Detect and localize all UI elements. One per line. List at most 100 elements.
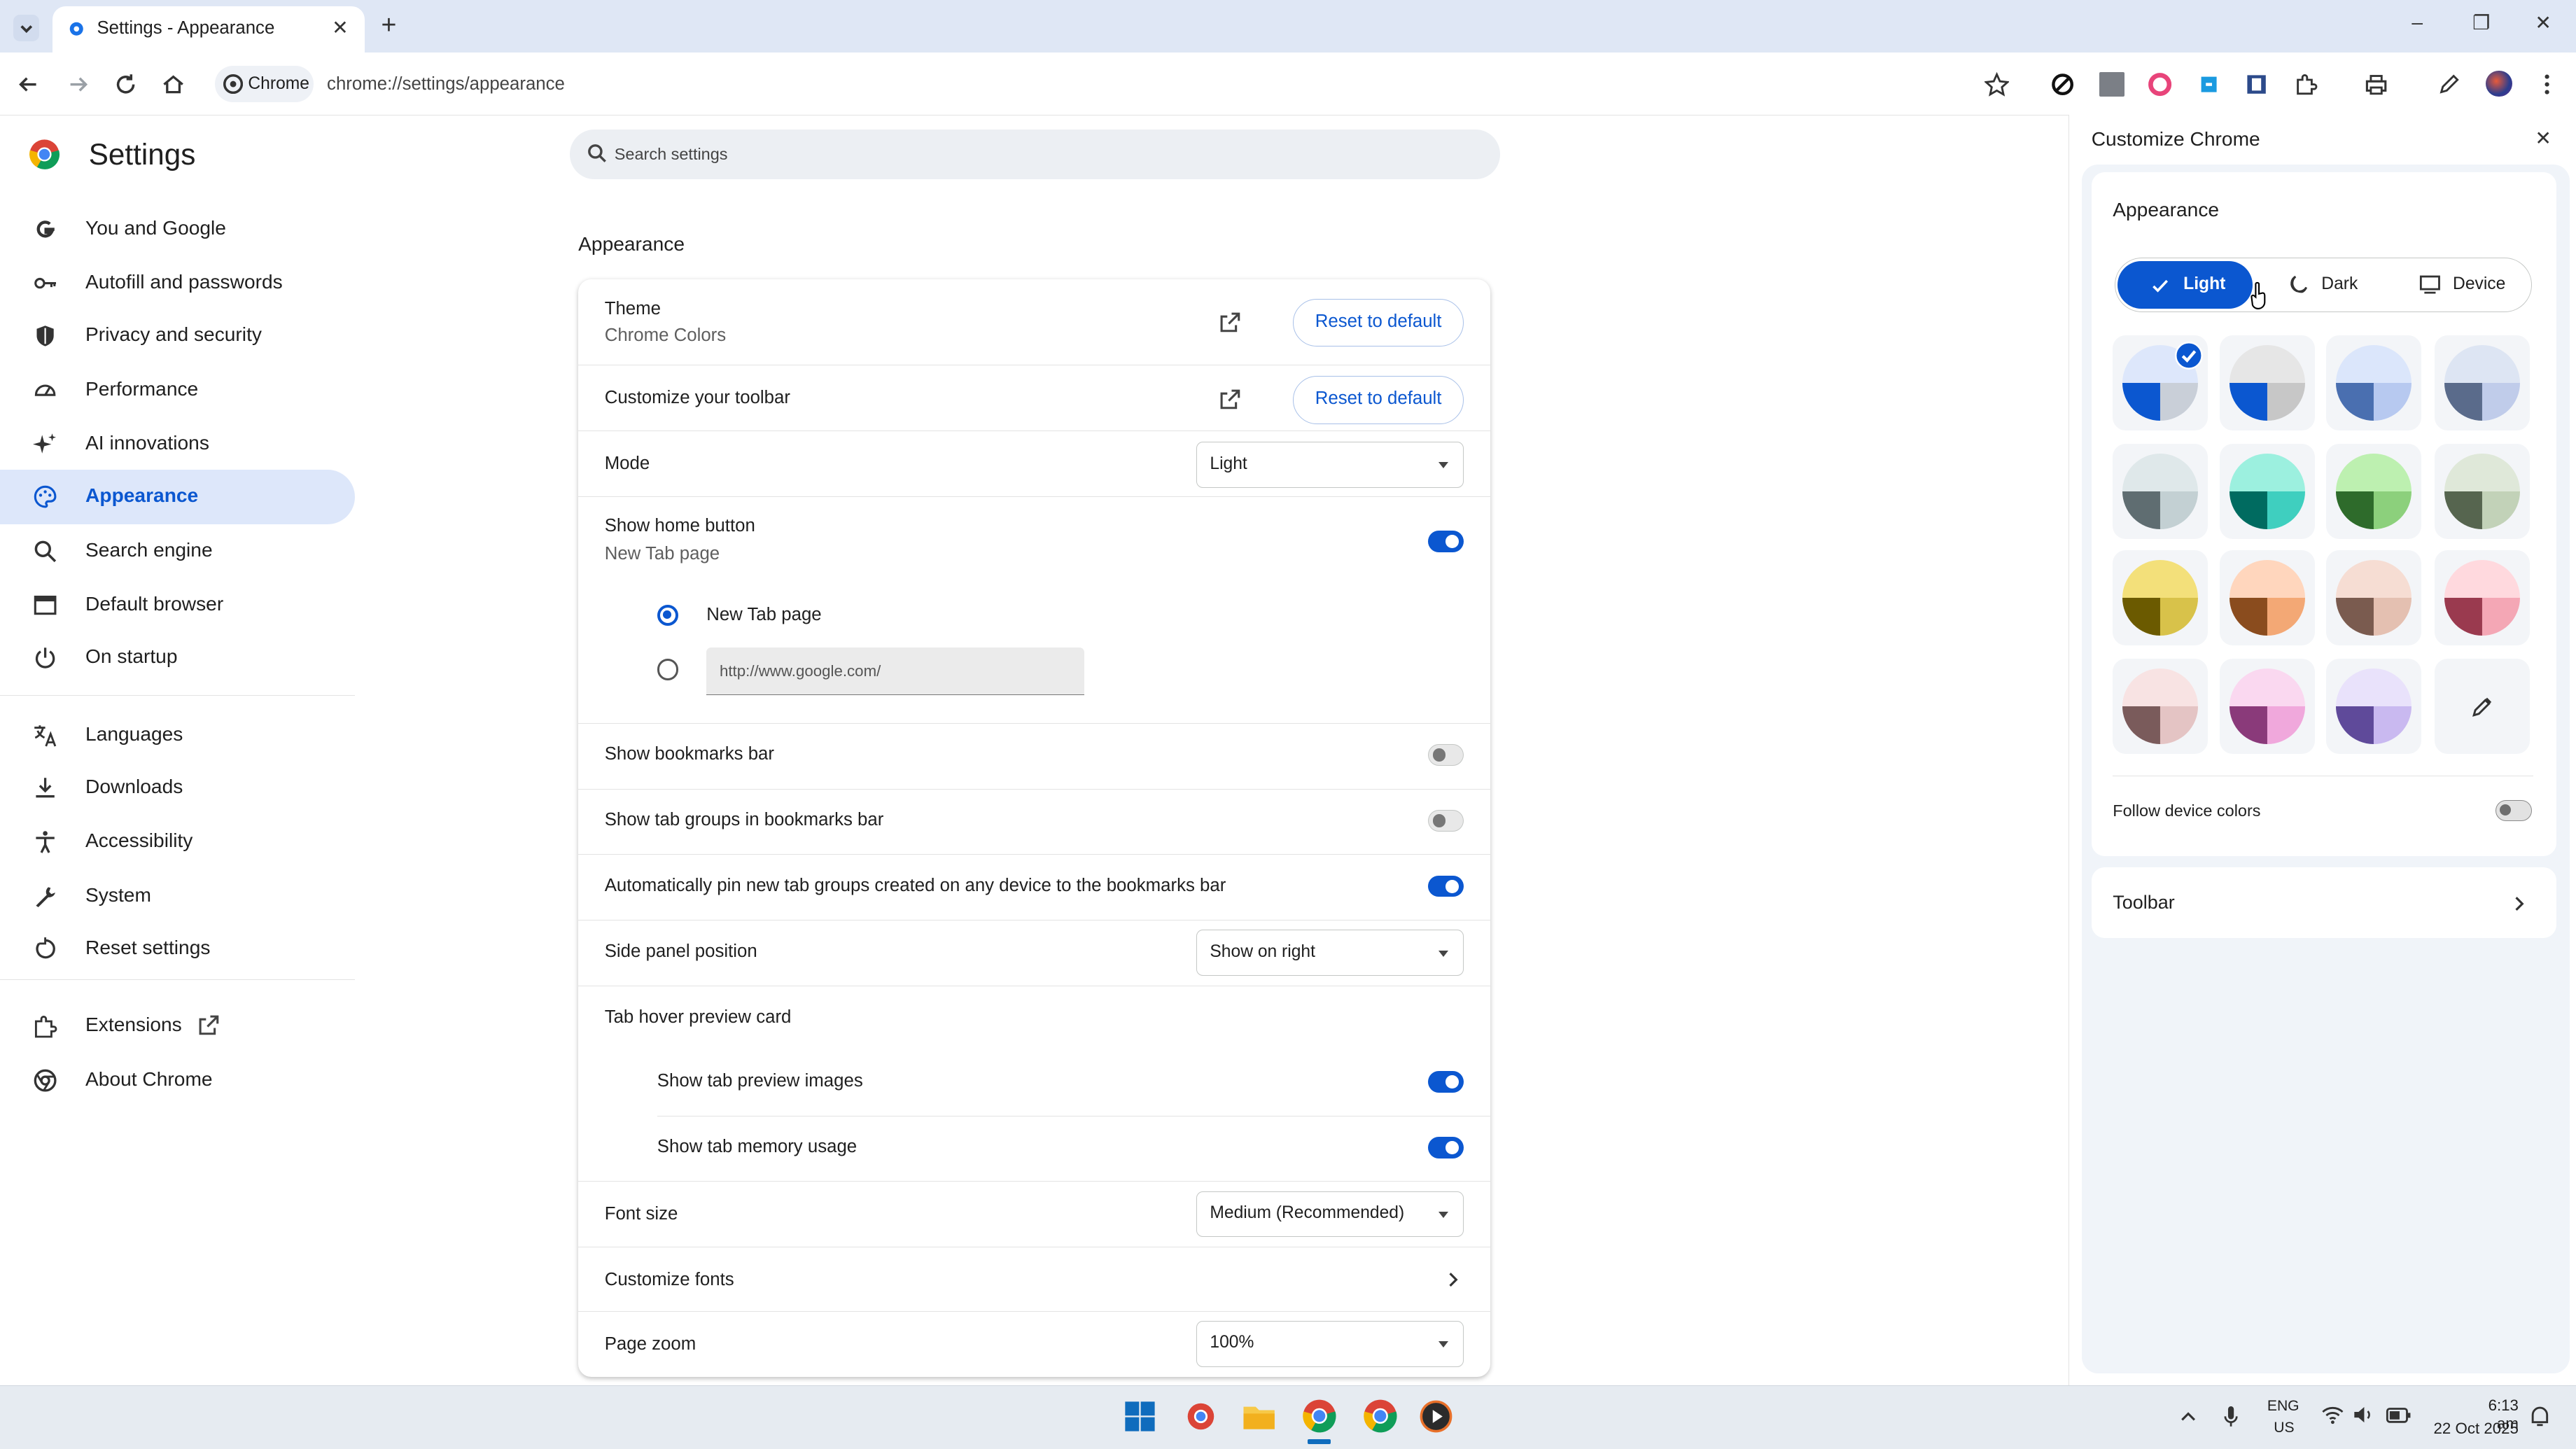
memory-usage-toggle[interactable] — [1427, 1137, 1464, 1158]
color-swatch[interactable] — [2326, 659, 2422, 755]
mode-light-button[interactable]: Light — [2118, 261, 2253, 309]
toolbar-reset-button[interactable]: Reset to default — [1293, 376, 1464, 424]
back-icon[interactable] — [16, 72, 41, 97]
bookmarks-bar-toggle[interactable] — [1427, 744, 1464, 766]
external-link-icon[interactable] — [1219, 311, 1242, 334]
wifi-icon[interactable] — [2321, 1405, 2344, 1424]
sidebar-item-performance[interactable]: Performance — [0, 363, 355, 417]
color-swatch[interactable] — [2435, 335, 2530, 430]
color-swatch[interactable] — [2326, 443, 2422, 539]
auto-pin-toggle[interactable] — [1427, 875, 1464, 897]
sidebar-item-privacy-and-security[interactable]: Privacy and security — [0, 309, 355, 363]
color-swatch[interactable] — [2219, 659, 2315, 755]
mode-dark-button[interactable]: Dark — [2267, 261, 2386, 309]
sidebar-item-ai-innovations[interactable]: AI innovations — [0, 417, 355, 471]
color-swatch[interactable] — [2113, 550, 2208, 646]
color-swatch[interactable] — [2219, 335, 2315, 430]
follow-device-toggle[interactable] — [2496, 799, 2532, 822]
microphone-icon[interactable] — [2221, 1405, 2241, 1428]
sidebar-item-languages[interactable]: Languages — [0, 708, 355, 762]
side-panel-select[interactable]: Show on right — [1196, 930, 1464, 976]
windows-start-icon[interactable] — [1124, 1400, 1156, 1433]
chrome-taskbar-icon[interactable] — [1301, 1398, 1338, 1434]
theme-value: Chrome Colors — [604, 325, 727, 345]
browser-tab[interactable]: Settings - Appearance ✕ — [52, 6, 365, 53]
profile-avatar[interactable] — [2486, 70, 2512, 97]
color-swatch[interactable] — [2113, 659, 2208, 755]
media-player-icon[interactable] — [1420, 1400, 1452, 1433]
preview-images-toggle[interactable] — [1427, 1071, 1464, 1093]
tab-groups-bar-toggle[interactable] — [1427, 810, 1464, 832]
extension-ring-icon[interactable] — [2148, 72, 2172, 97]
panel-toolbar-row[interactable]: Toolbar — [2091, 867, 2556, 939]
panel-close-icon[interactable]: ✕ — [2535, 127, 2552, 150]
taskbar-app-icon[interactable] — [1184, 1400, 1217, 1433]
chrome-profile-taskbar-icon[interactable] — [1362, 1398, 1399, 1434]
custom-color-eyedropper-icon[interactable] — [2435, 659, 2530, 755]
sidebar-item-you-and-google[interactable]: You and Google — [0, 202, 355, 256]
tab-close-icon[interactable]: ✕ — [332, 16, 349, 39]
chevron-right-icon[interactable] — [1443, 1270, 1462, 1289]
color-swatch[interactable] — [2219, 443, 2315, 539]
home-button-toggle[interactable] — [1427, 531, 1464, 552]
clock-date[interactable]: 22 Oct 2025 — [2430, 1420, 2519, 1438]
chrome-menu-icon[interactable] — [2535, 72, 2559, 97]
radio-url[interactable] — [657, 659, 679, 680]
home-icon[interactable] — [161, 72, 186, 97]
sidebar-item-label: Extensions — [85, 1014, 182, 1036]
tab-groups-bar-label: Show tab groups in bookmarks bar — [604, 810, 884, 830]
window-close-button[interactable]: ✕ — [2535, 11, 2552, 34]
new-tab-button[interactable]: + — [382, 10, 397, 40]
color-swatch[interactable] — [2435, 550, 2530, 646]
external-link-icon[interactable] — [1219, 388, 1242, 411]
auto-pin-label: Automatically pin new tab groups created… — [604, 875, 1226, 895]
customize-fonts-label[interactable]: Customize fonts — [605, 1270, 734, 1290]
battery-icon[interactable] — [2386, 1406, 2412, 1424]
search-settings-field[interactable]: Search settings — [570, 130, 1500, 179]
bookmark-star-icon[interactable] — [1984, 72, 2010, 97]
forward-icon[interactable] — [66, 72, 90, 97]
color-swatch[interactable] — [2326, 335, 2422, 430]
theme-reset-button[interactable]: Reset to default — [1293, 299, 1464, 347]
tab-search-chevron-icon[interactable] — [13, 15, 40, 41]
reload-icon[interactable] — [113, 72, 138, 97]
page-zoom-select[interactable]: 100% — [1196, 1320, 1464, 1367]
divider — [578, 430, 1490, 431]
minimize-button[interactable]: – — [2412, 11, 2423, 34]
file-explorer-icon[interactable] — [1242, 1401, 1276, 1431]
mode-device-button[interactable]: Device — [2399, 261, 2527, 309]
sidebar-item-extensions[interactable]: Extensions — [0, 999, 355, 1053]
mode-select[interactable]: Light — [1196, 442, 1464, 489]
extension-bolt-icon[interactable] — [2197, 72, 2221, 97]
site-chip[interactable]: Chrome — [215, 65, 314, 102]
sidebar-item-autofill-and-passwords[interactable]: Autofill and passwords — [0, 256, 355, 310]
restore-button[interactable]: ❐ — [2472, 11, 2490, 34]
extension-book-icon[interactable] — [2244, 72, 2269, 97]
sidebar-item-system[interactable]: System — [0, 869, 355, 923]
sidebar-item-appearance[interactable]: Appearance — [0, 470, 355, 524]
tray-chevron-up-icon[interactable] — [2178, 1406, 2198, 1426]
sidebar-item-on-startup[interactable]: On startup — [0, 631, 355, 685]
sidebar-item-accessibility[interactable]: Accessibility — [0, 815, 355, 869]
home-url-input[interactable]: http://www.google.com/ — [706, 647, 1084, 695]
color-swatch[interactable] — [2435, 443, 2530, 539]
color-swatch[interactable] — [2219, 550, 2315, 646]
sidebar-item-reset-settings[interactable]: Reset settings — [0, 922, 355, 976]
notifications-icon[interactable] — [2528, 1405, 2552, 1428]
edit-pen-icon[interactable] — [2437, 72, 2461, 97]
sidebar-item-about-chrome[interactable]: About Chrome — [0, 1053, 355, 1107]
color-swatch[interactable] — [2113, 335, 2208, 430]
language-top[interactable]: ENG — [2267, 1398, 2300, 1415]
volume-icon[interactable] — [2353, 1405, 2376, 1424]
color-swatch[interactable] — [2326, 550, 2422, 646]
language-bottom[interactable]: US — [2274, 1420, 2294, 1436]
block-extension-icon[interactable] — [2050, 72, 2075, 97]
color-swatch[interactable] — [2113, 443, 2208, 539]
print-icon[interactable] — [2364, 72, 2388, 97]
sidebar-item-default-browser[interactable]: Default browser — [0, 578, 355, 632]
sidebar-item-search-engine[interactable]: Search engine — [0, 524, 355, 578]
font-size-select[interactable]: Medium (Recommended) — [1196, 1191, 1464, 1238]
extension-square-icon[interactable] — [2099, 72, 2124, 97]
sidebar-item-downloads[interactable]: Downloads — [0, 761, 355, 815]
extensions-puzzle-icon[interactable] — [2293, 72, 2318, 97]
